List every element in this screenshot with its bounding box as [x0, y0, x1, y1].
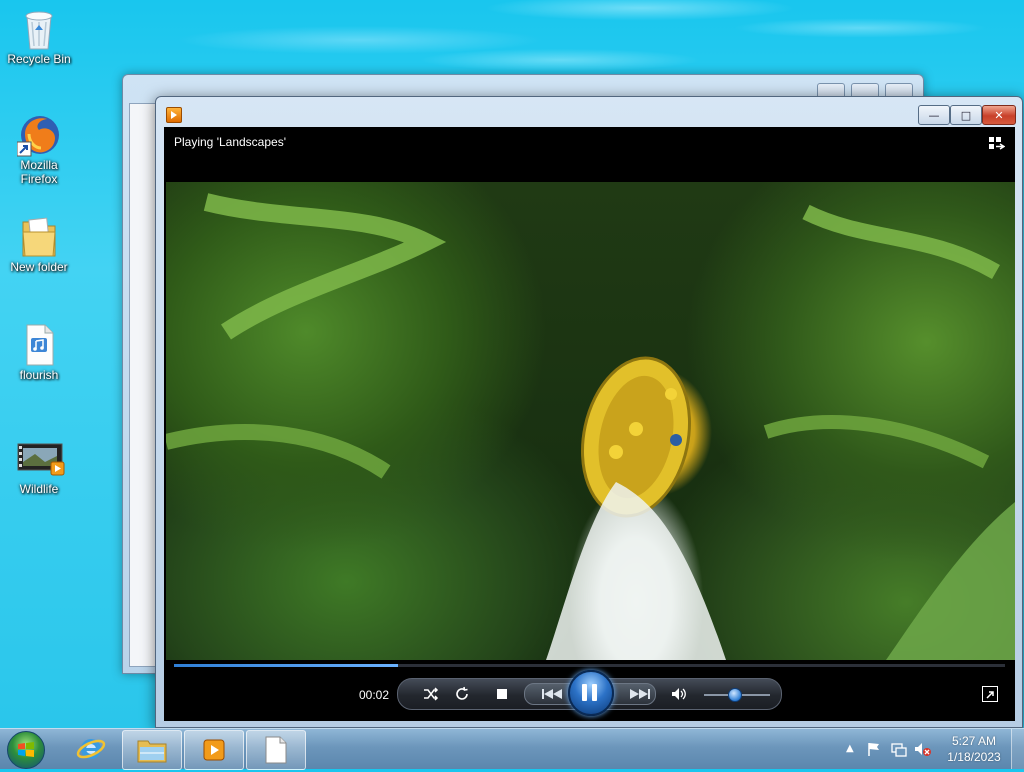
- network-icon[interactable]: [890, 741, 908, 757]
- shuffle-icon: [424, 687, 439, 701]
- minimize-button[interactable]: —: [918, 105, 950, 125]
- internet-explorer-icon: [76, 739, 106, 759]
- desktop-icon-label: flourish: [19, 368, 59, 382]
- clock-date: 1/18/2023: [947, 750, 1001, 764]
- previous-icon: [542, 689, 562, 699]
- folder-icon: [17, 214, 61, 258]
- show-hidden-icons-chevron-icon[interactable]: ▲: [846, 743, 854, 754]
- media-player-icon: [203, 739, 225, 761]
- volume-slider-thumb[interactable]: [727, 688, 742, 702]
- windows-explorer-icon: [137, 740, 167, 763]
- taskbar-internet-explorer[interactable]: [62, 730, 120, 768]
- desktop-icon-new-folder[interactable]: New folder: [1, 214, 77, 274]
- next-button[interactable]: [622, 683, 658, 705]
- recycle-bin-icon: [17, 6, 61, 50]
- player-body: Playing 'Landscapes' 00:02: [164, 127, 1015, 721]
- volume-muted-icon[interactable]: [914, 741, 932, 757]
- next-icon: [630, 689, 650, 699]
- action-center-flag-icon[interactable]: [866, 741, 882, 757]
- close-button[interactable]: ✕: [982, 105, 1016, 125]
- pause-icon: [582, 684, 587, 701]
- stop-icon: [497, 689, 507, 699]
- start-button[interactable]: [7, 731, 45, 769]
- pause-button[interactable]: [568, 670, 614, 716]
- repeat-button[interactable]: [450, 683, 474, 705]
- audio-file-icon: [17, 322, 61, 366]
- stop-button[interactable]: [490, 683, 514, 705]
- desktop-icon-flourish[interactable]: flourish: [1, 322, 77, 382]
- speaker-icon: [672, 688, 686, 700]
- maximize-button[interactable]: □: [950, 105, 982, 125]
- show-desktop-button[interactable]: [1011, 729, 1024, 769]
- media-player-icon: [166, 107, 182, 123]
- desktop-icon-firefox[interactable]: Mozilla Firefox: [1, 112, 77, 186]
- desktop-icon-recycle-bin[interactable]: Recycle Bin: [1, 6, 77, 66]
- fullscreen-icon: [986, 691, 994, 699]
- video-frame[interactable]: [166, 182, 1015, 660]
- desktop-icon-wildlife[interactable]: Wildlife: [1, 436, 77, 496]
- previous-button[interactable]: [534, 683, 570, 705]
- switch-to-library-icon[interactable]: [987, 135, 1005, 151]
- elapsed-time: 00:02: [359, 688, 390, 702]
- desktop-icon-label: Mozilla Firefox: [20, 158, 58, 186]
- taskbar-blank-document[interactable]: [246, 730, 306, 770]
- system-clock[interactable]: 5:27 AM 1/18/2023: [942, 733, 1006, 765]
- fullscreen-button[interactable]: [982, 686, 998, 702]
- repeat-icon: [456, 686, 468, 700]
- taskbar: ▲ 5:27 AM 1/18/2023: [0, 728, 1024, 770]
- video-file-icon: [17, 436, 65, 480]
- desktop-icon-label: Recycle Bin: [7, 52, 71, 66]
- media-player-window[interactable]: — □ ✕ Playing 'Landscapes' 00:02: [155, 96, 1023, 728]
- seek-bar-progress: [174, 664, 399, 667]
- taskbar-windows-explorer[interactable]: [122, 730, 182, 770]
- desktop-icon-label: Wildlife: [19, 482, 59, 496]
- mute-button[interactable]: [667, 683, 691, 705]
- desktop-icon-label: New folder: [10, 260, 68, 274]
- shuffle-button[interactable]: [419, 683, 443, 705]
- seek-bar[interactable]: [174, 664, 1005, 667]
- pause-icon-bar: [592, 684, 597, 701]
- clock-time: 5:27 AM: [951, 734, 997, 748]
- windows-logo-icon: [18, 742, 34, 757]
- firefox-icon: [16, 112, 61, 157]
- now-playing-label: Playing 'Landscapes': [174, 135, 286, 149]
- blank-document-icon: [265, 736, 287, 764]
- taskbar-media-player[interactable]: [184, 730, 244, 770]
